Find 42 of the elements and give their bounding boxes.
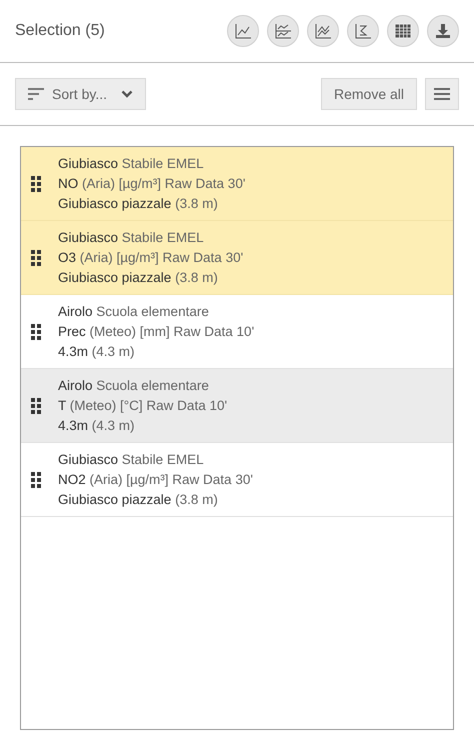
multi-line-chart-button[interactable] xyxy=(307,15,339,47)
item-text: Airolo Scuola elementare xyxy=(58,376,210,394)
selection-item[interactable]: Airolo Scuola elementare T (Meteo) [°C] Raw Data 10' 4.3m (4.3 m) xyxy=(21,369,453,443)
item-text: NO (Aria) [µg/m³] Raw Data 30' xyxy=(58,174,246,193)
drag-handle-icon[interactable] xyxy=(31,176,42,192)
multi-line-chart-icon xyxy=(314,22,332,40)
item-text: Giubiasco Stabile EMEL xyxy=(58,154,205,172)
drag-handle-icon[interactable] xyxy=(31,324,42,340)
item-text: Giubiasco Stabile EMEL xyxy=(58,450,205,468)
item-text: Giubiasco Stabile EMEL xyxy=(58,228,205,246)
menu-icon xyxy=(434,87,450,101)
item-text: Giubiasco piazzale (3.8 m) xyxy=(58,268,219,287)
sort-icon xyxy=(28,88,44,100)
stacked-charts-button[interactable] xyxy=(267,15,299,47)
item-text: NO2 (Aria) [µg/m³] Raw Data 30' xyxy=(58,470,253,489)
panel-title: Selection (5) xyxy=(15,21,105,41)
remove-all-button[interactable]: Remove all xyxy=(320,78,417,110)
item-text: 4.3m (4.3 m) xyxy=(58,416,136,435)
stacked-charts-icon xyxy=(274,22,292,40)
download-icon xyxy=(434,22,452,40)
item-text: Giubiasco piazzale (3.8 m) xyxy=(58,490,219,509)
chevron-down-icon xyxy=(120,90,133,98)
selection-item[interactable]: Giubiasco Stabile EMEL O3 (Aria) [µg/m³] Raw Data 30' Giubiasco piazzale (3.8 m) xyxy=(21,221,453,295)
line-chart-button[interactable] xyxy=(227,15,259,47)
menu-button[interactable] xyxy=(425,78,459,110)
item-text: T (Meteo) [°C] Raw Data 10' xyxy=(58,396,228,415)
line-chart-icon xyxy=(234,22,252,40)
profile-chart-icon xyxy=(354,22,372,40)
item-text: Prec (Meteo) [mm] Raw Data 10' xyxy=(58,322,254,341)
profile-chart-button[interactable] xyxy=(347,15,379,47)
table-icon xyxy=(394,22,412,40)
download-button[interactable] xyxy=(427,15,459,47)
item-text: Airolo Scuola elementare xyxy=(58,302,210,320)
item-text: O3 (Aria) [µg/m³] Raw Data 30' xyxy=(58,248,244,267)
drag-handle-icon[interactable] xyxy=(31,472,42,488)
item-text: Giubiasco piazzale (3.8 m) xyxy=(58,194,219,213)
table-button[interactable] xyxy=(387,15,419,47)
drag-handle-icon[interactable] xyxy=(31,398,42,414)
item-text: 4.3m (4.3 m) xyxy=(58,342,136,361)
drag-handle-icon[interactable] xyxy=(31,250,42,266)
selection-item[interactable]: Giubiasco Stabile EMEL NO (Aria) [µg/m³] Raw Data 30' Giubiasco piazzale (3.8 m) xyxy=(21,147,453,221)
sort-dropdown[interactable]: Sort by... xyxy=(15,78,146,110)
